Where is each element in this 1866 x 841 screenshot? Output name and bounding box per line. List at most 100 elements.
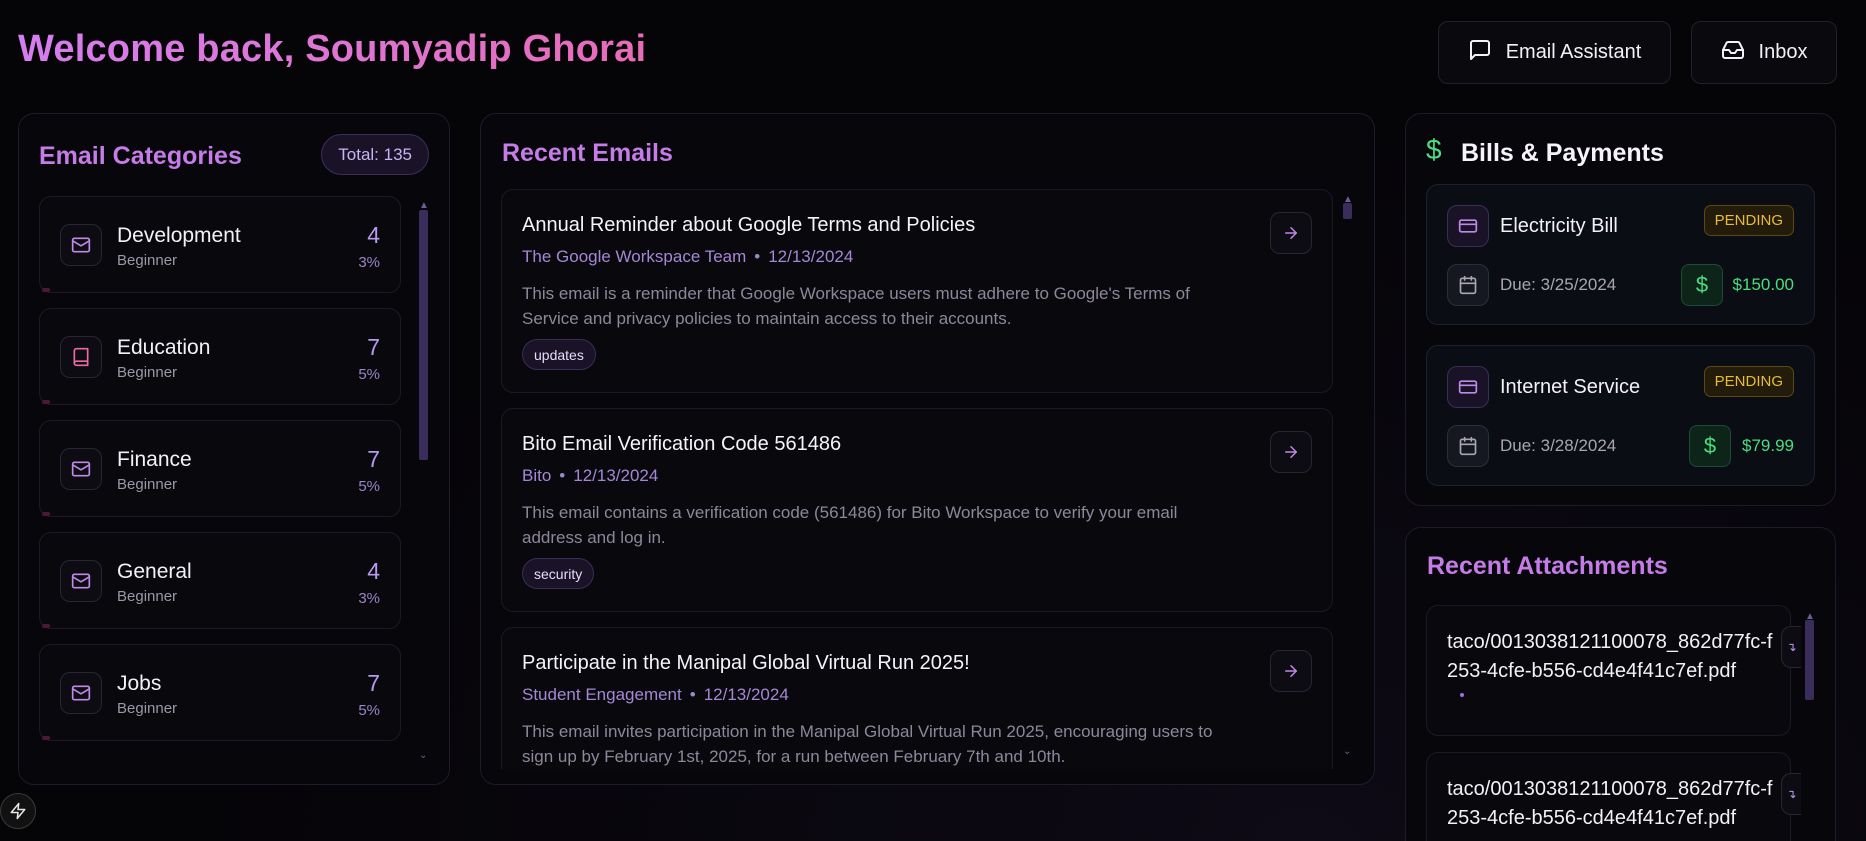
- email-tag: updates: [522, 339, 596, 370]
- email-assistant-label: Email Assistant: [1505, 41, 1642, 63]
- categories-scrollbar[interactable]: [419, 210, 428, 460]
- email-item[interactable]: Annual Reminder about Google Terms and P…: [501, 189, 1333, 393]
- category-name: Finance: [117, 448, 192, 471]
- bill-name: Internet Service: [1500, 376, 1641, 398]
- bill-item-electricity[interactable]: Electricity Bill PENDING Due: 3/25/2024 …: [1426, 184, 1815, 325]
- attachments-scrollbar[interactable]: [1805, 620, 1814, 700]
- recent-emails-panel: Recent Emails Annual Reminder about Goog…: [480, 113, 1375, 785]
- bullet-dot: [1460, 693, 1464, 697]
- emails-scrollbar[interactable]: [1343, 203, 1352, 219]
- status-badge: PENDING: [1703, 205, 1794, 236]
- email-sender: Bito: [522, 466, 552, 485]
- email-tag: security: [522, 558, 595, 589]
- category-count: 4: [367, 222, 380, 248]
- calendar-icon: [1447, 264, 1489, 306]
- email-meta: The Google Workspace Team • 12/13/2024: [522, 247, 854, 266]
- category-item-finance[interactable]: Finance Beginner 7 5%: [39, 420, 401, 517]
- dollar-sign-icon: $: [1426, 134, 1442, 165]
- mail-icon: [60, 448, 102, 490]
- email-date: 12/13/2024: [768, 247, 854, 266]
- bill-item-internet[interactable]: Internet Service PENDING Due: 3/28/2024 …: [1426, 345, 1815, 486]
- bill-amount: $79.99: [1742, 436, 1794, 455]
- download-button[interactable]: ↴: [1781, 773, 1801, 815]
- attachment-name: taco/0013038121100078_862d77fc-f253-4cfe…: [1447, 631, 1773, 682]
- chat-bubble-icon: [1468, 38, 1492, 68]
- inbox-button[interactable]: Inbox: [1691, 21, 1837, 84]
- email-date: 12/13/2024: [573, 466, 659, 485]
- download-button[interactable]: ↴: [1781, 626, 1801, 668]
- lightning-bolt-icon: [10, 802, 26, 820]
- calendar-icon: [1447, 425, 1489, 467]
- dev-tools-button[interactable]: [0, 793, 36, 829]
- open-email-button[interactable]: [1270, 212, 1312, 254]
- category-item-education[interactable]: Education Beginner 7 5%: [39, 308, 401, 405]
- category-item-general[interactable]: General Beginner 4 3%: [39, 532, 401, 629]
- dollar-sign-icon: $: [1689, 425, 1731, 467]
- attachment-name: taco/0013038121100078_862d77fc-f253-4cfe…: [1447, 778, 1773, 829]
- category-level: Beginner: [117, 364, 178, 381]
- category-percent: 5%: [358, 366, 380, 383]
- category-percent: 5%: [358, 702, 380, 719]
- category-name: General: [117, 560, 192, 583]
- category-percent: 3%: [358, 254, 380, 271]
- category-count: 7: [367, 334, 380, 360]
- email-list: Annual Reminder about Google Terms and P…: [501, 189, 1333, 769]
- category-count: 7: [367, 446, 380, 472]
- scroll-down-arrow[interactable]: ⌄: [1343, 746, 1351, 757]
- mail-icon: [60, 560, 102, 602]
- email-assistant-button[interactable]: Email Assistant: [1438, 21, 1671, 84]
- bills-title: Bills & Payments: [1461, 139, 1664, 167]
- category-list: Development Beginner 4 3% Education Begi…: [39, 196, 401, 756]
- category-count: 7: [367, 670, 380, 696]
- email-subject: Bito Email Verification Code 561486: [522, 433, 842, 455]
- open-email-button[interactable]: [1270, 650, 1312, 692]
- scroll-down-arrow[interactable]: ⌄: [419, 750, 427, 761]
- dollar-sign-icon: $: [1681, 264, 1723, 306]
- email-subject: Annual Reminder about Google Terms and P…: [522, 214, 976, 236]
- email-categories-panel: Email Categories Total: 135 Development …: [18, 113, 450, 785]
- email-sender: Student Engagement: [522, 685, 682, 704]
- category-percent: 5%: [358, 478, 380, 495]
- category-name: Jobs: [117, 672, 162, 695]
- category-item-jobs[interactable]: Jobs Beginner 7 5%: [39, 644, 401, 741]
- email-item[interactable]: Participate in the Manipal Global Virtua…: [501, 627, 1333, 769]
- email-meta: Student Engagement • 12/13/2024: [522, 685, 789, 704]
- arrow-right-icon: [1285, 446, 1297, 458]
- attachments-title: Recent Attachments: [1427, 552, 1668, 580]
- category-count: 4: [367, 558, 380, 584]
- welcome-heading: Welcome back, Soumyadip Ghorai: [18, 28, 647, 70]
- inbox-label: Inbox: [1758, 41, 1808, 63]
- open-email-button[interactable]: [1270, 431, 1312, 473]
- categories-title: Email Categories: [39, 142, 242, 170]
- email-subject: Participate in the Manipal Global Virtua…: [522, 652, 970, 674]
- email-item[interactable]: Bito Email Verification Code 561486 Bito…: [501, 408, 1333, 612]
- category-level: Beginner: [117, 252, 178, 269]
- attachment-item[interactable]: taco/0013038121100078_862d77fc-f253-4cfe…: [1426, 605, 1791, 736]
- credit-card-icon: [1447, 205, 1489, 247]
- mail-icon: [60, 224, 102, 266]
- total-badge: Total: 135: [321, 134, 429, 175]
- arrow-right-icon: [1285, 665, 1297, 677]
- bill-due-date: Due: 3/25/2024: [1500, 275, 1617, 294]
- category-level: Beginner: [117, 588, 178, 605]
- category-item-development[interactable]: Development Beginner 4 3%: [39, 196, 401, 293]
- attachment-item[interactable]: taco/0013038121100078_862d77fc-f253-4cfe…: [1426, 752, 1791, 841]
- category-percent: 3%: [358, 590, 380, 607]
- book-icon: [60, 336, 102, 378]
- bills-payments-panel: $ Bills & Payments Electricity Bill PEND…: [1405, 113, 1836, 506]
- email-sender: The Google Workspace Team: [522, 247, 747, 266]
- email-date: 12/13/2024: [703, 685, 789, 704]
- email-summary: This email invites participation in the …: [522, 722, 1213, 766]
- email-summary: This email is a reminder that Google Wor…: [522, 284, 1190, 328]
- category-level: Beginner: [117, 700, 178, 717]
- mail-icon: [60, 672, 102, 714]
- email-summary: This email contains a verification code …: [522, 503, 1178, 547]
- bill-amount: $150.00: [1732, 275, 1794, 294]
- status-badge: PENDING: [1703, 366, 1794, 397]
- recent-emails-title: Recent Emails: [502, 139, 673, 167]
- email-meta: Bito • 12/13/2024: [522, 466, 659, 485]
- inbox-icon: [1721, 38, 1745, 68]
- category-name: Education: [117, 336, 211, 359]
- recent-attachments-panel: Recent Attachments taco/0013038121100078…: [1405, 527, 1836, 841]
- bill-due-date: Due: 3/28/2024: [1500, 436, 1617, 455]
